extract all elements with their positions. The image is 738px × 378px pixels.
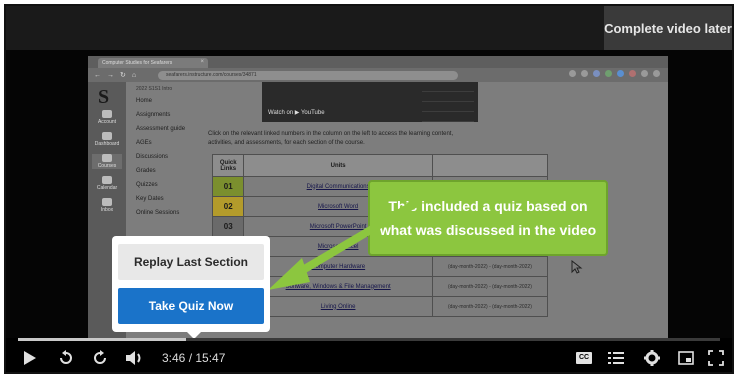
course-menu-item: 2022 S1S1 Intro xyxy=(136,86,173,92)
quick-link-cell[interactable]: 03 xyxy=(211,216,245,237)
callout-line-2: what was discussed in the video xyxy=(379,222,597,238)
back-icon: ← xyxy=(94,71,101,79)
unit-dates: (day-month-2022) - (day-month-2022) xyxy=(431,256,549,277)
complete-video-later-button[interactable]: Complete video later xyxy=(604,6,732,50)
chapters-button[interactable] xyxy=(606,348,626,368)
pip-icon xyxy=(678,351,694,365)
forward-icon: → xyxy=(107,71,114,79)
progress-fill xyxy=(18,338,186,341)
rail-label: Inbox xyxy=(100,207,114,213)
extension-icon xyxy=(593,70,600,77)
volume-icon xyxy=(126,351,141,365)
browser-tab-strip: Computer Studies for Seafarers × xyxy=(88,56,668,68)
take-quiz-now-button[interactable]: Take Quiz Now xyxy=(118,288,264,324)
browser-address-bar: ← → ↻ ⌂ seafarers.instructure.com/course… xyxy=(88,68,668,82)
address-url: seafarers.instructure.com/courses/34871 xyxy=(158,71,458,80)
replay-last-section-button[interactable]: Replay Last Section xyxy=(118,244,264,280)
mouse-cursor-icon xyxy=(571,260,583,274)
unit-dates: (day-month-2022) - (day-month-2022) xyxy=(431,276,549,297)
unit-link[interactable]: Living Online xyxy=(243,296,433,317)
course-menu-item: Online Sessions xyxy=(136,210,180,216)
rewind-icon xyxy=(60,350,72,364)
extension-icon xyxy=(653,70,660,77)
rail-item-inbox: Inbox xyxy=(92,198,122,213)
column-header: Quick Links xyxy=(211,154,245,177)
extension-icon xyxy=(581,70,588,77)
home-icon: ⌂ xyxy=(131,71,137,79)
close-icon: × xyxy=(200,59,204,65)
player-controls: 3:46 / 15:47 CC xyxy=(6,338,732,372)
rewind-button[interactable] xyxy=(56,348,76,368)
course-menu-item: Discussions xyxy=(136,154,169,160)
reload-icon: ↻ xyxy=(120,72,126,79)
video-player-frame: Complete video later Computer Studies fo… xyxy=(4,4,734,374)
course-menu-item: Assignments xyxy=(136,112,171,118)
play-icon xyxy=(24,351,36,365)
settings-button[interactable] xyxy=(642,348,662,368)
calendar-icon xyxy=(102,176,112,184)
extension-icon xyxy=(617,70,624,77)
unit-link[interactable]: Computer Hardware xyxy=(243,256,433,277)
gear-icon xyxy=(644,350,660,366)
rail-label: Calendar xyxy=(96,185,118,191)
quick-link-cell[interactable]: 02 xyxy=(211,196,245,217)
rail-item-calendar: Calendar xyxy=(92,176,122,191)
course-menu-item: Key Dates xyxy=(136,196,164,202)
courses-icon xyxy=(102,154,112,162)
list-icon xyxy=(608,352,624,364)
play-button[interactable] xyxy=(20,348,40,368)
top-bar: Complete video later xyxy=(6,6,732,50)
unit-dates: (day-month-2022) - (day-month-2022) xyxy=(431,296,549,317)
volume-button[interactable] xyxy=(124,348,146,368)
column-header xyxy=(431,154,549,177)
callout-line-1: This included a quiz based on xyxy=(388,198,588,214)
column-header: Units xyxy=(243,154,433,177)
course-menu-item: Quizzes xyxy=(136,182,158,188)
picture-in-picture-button[interactable] xyxy=(676,348,696,368)
intro-text: Click on the relevant linked numbers in … xyxy=(208,131,454,146)
time-display: 3:46 / 15:47 xyxy=(162,351,226,365)
extension-icons xyxy=(569,70,660,77)
annotation-callout: This included a quiz based on what was d… xyxy=(368,180,608,256)
rail-label: Dashboard xyxy=(94,141,120,147)
end-of-section-popup: Replay Last Section Take Quiz Now xyxy=(112,236,270,339)
extension-icon xyxy=(605,70,612,77)
rail-label: Account xyxy=(97,119,117,125)
extension-icon xyxy=(641,70,648,77)
closed-captions-button[interactable]: CC xyxy=(576,352,592,364)
fullscreen-button[interactable] xyxy=(706,348,726,368)
browser-tab-title: Computer Studies for Seafarers xyxy=(102,60,173,66)
account-icon xyxy=(102,110,112,118)
table-header-row: Quick Links Units xyxy=(211,154,549,177)
embedded-youtube-video: Watch on ▶ YouTube xyxy=(262,82,478,122)
course-menu-item: Assessment guide xyxy=(136,126,186,132)
dashboard-icon xyxy=(102,132,112,140)
course-menu-item: Home xyxy=(136,98,153,104)
browser-tab: Computer Studies for Seafarers × xyxy=(98,58,208,68)
lms-logo: S xyxy=(98,86,110,108)
watch-on-youtube: Watch on ▶ YouTube xyxy=(268,110,325,116)
rail-item-dashboard: Dashboard xyxy=(92,132,122,147)
extension-icon xyxy=(569,70,576,77)
course-menu-item: Grades xyxy=(136,168,156,174)
unit-link[interactable]: Software, Windows & File Management xyxy=(243,276,433,297)
inbox-icon xyxy=(102,198,112,206)
video-thumbnail-list xyxy=(422,82,474,122)
quick-link-cell[interactable]: 01 xyxy=(211,176,245,197)
extension-icon xyxy=(629,70,636,77)
rail-item-account: Account xyxy=(92,110,122,125)
fullscreen-icon xyxy=(708,350,724,366)
progress-bar[interactable] xyxy=(18,338,720,341)
forward-button[interactable] xyxy=(90,348,110,368)
rail-label: Courses xyxy=(97,163,117,169)
rail-item-courses: Courses xyxy=(92,154,122,169)
forward-icon xyxy=(94,350,106,364)
course-menu-item: AGEs xyxy=(136,140,152,146)
